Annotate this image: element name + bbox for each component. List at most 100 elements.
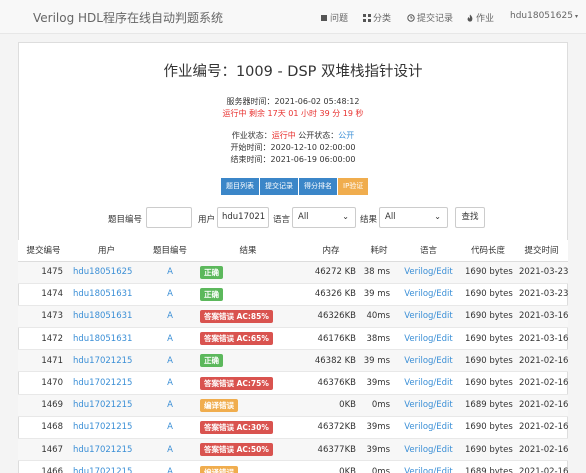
nav-submissions-label: 提交记录 [417,14,454,24]
ranking-button[interactable]: 得分排名 [299,178,338,195]
result-badge[interactable]: 答案错误 AC:85% [200,309,273,323]
language-link[interactable]: Verilog/Edit [396,327,461,350]
user-link[interactable]: hdu18051631 [69,304,144,328]
submissions-button[interactable]: 提交记录 [260,178,299,195]
homework-button-group: 题目列表 提交记录 得分排名 IP验证 [221,178,369,195]
nav-problems[interactable]: 问题 [320,11,348,24]
submission-id: 1473 [18,304,69,328]
memory-cell: 46326KB [300,304,362,328]
code-length-cell: 1690 bytes [461,371,515,395]
col-header-result: 结果 [196,240,300,262]
server-time: 服务器时间：2021-06-02 05:48:12 [226,97,360,106]
user-link[interactable]: hdu17021215 [69,415,144,439]
submit-time-cell: 2021-03-23 15:24:21 [515,260,568,284]
language-link[interactable]: Verilog/Edit [396,349,461,372]
time-cell: 39ms [362,371,396,395]
problem-link[interactable]: A [144,415,196,439]
result-badge[interactable]: 答案错误 AC:50% [200,443,273,457]
submit-time-cell: 2021-02-16 14:39:11 [515,371,568,395]
submission-id: 1470 [18,371,69,395]
table-row: 1470 hdu17021215 A 答案错误 AC:75% 46376KB 39ms Ve… [18,371,568,395]
language-select[interactable]: All ⌄ [292,207,356,228]
problem-link[interactable]: A [144,393,196,417]
ip-verify-button[interactable]: IP验证 [338,178,369,195]
language-label: 语言 [273,215,291,225]
problem-link[interactable]: A [144,349,196,372]
language-select-value: All [298,212,309,222]
language-link[interactable]: Verilog/Edit [396,437,461,461]
nav-user-menu[interactable]: hdu18051625 ▾ [510,11,578,21]
problem-list-button[interactable]: 题目列表 [221,178,260,195]
table-row: 1466 hdu17021215 A 编译错误 0KB 0ms Verilog/Edit 16… [18,460,568,473]
user-link[interactable]: hdu17021215 [69,371,144,395]
memory-cell: 0KB [300,460,362,473]
time-cell: 39ms [362,415,396,439]
code-length-cell: 1690 bytes [461,349,515,372]
homework-status: 作业状态：运行中 公开状态：公开 [0,130,586,141]
user-link[interactable]: hdu18051625 [69,260,144,284]
memory-cell: 46326 KB [300,282,362,306]
result-select[interactable]: All ⌄ [379,207,448,228]
user-link[interactable]: hdu17021215 [69,393,144,417]
top-navbar: Verilog HDL程序在线自动判题系统 问题 分类 提交记录 作业 hdu1… [0,0,586,34]
nav-categories[interactable]: 分类 [363,11,391,24]
memory-cell: 46176KB [300,327,362,350]
problem-link[interactable]: A [144,371,196,395]
submission-id: 1475 [18,260,69,284]
problem-link[interactable]: A [144,282,196,306]
chevron-down-icon: ⌄ [342,212,349,221]
time-cell: 39ms [362,437,396,461]
result-badge[interactable]: 答案错误 AC:65% [200,332,273,346]
language-link[interactable]: Verilog/Edit [396,304,461,328]
code-length-cell: 1690 bytes [461,282,515,306]
language-link[interactable]: Verilog/Edit [396,260,461,284]
nav-homework[interactable]: 作业 [466,11,494,24]
problem-id-input[interactable] [146,207,192,228]
table-header-row: 提交编号 用户 题目编号 结果 内存 耗时 语言 代码长度 提交时间 [18,240,568,262]
result-badge[interactable]: 编译错误 [200,398,238,412]
site-brand[interactable]: Verilog HDL程序在线自动判题系统 [33,9,223,26]
submit-time-cell: 2021-03-23 15:21:23 [515,282,568,306]
result-badge[interactable]: 正确 [200,354,223,368]
language-link[interactable]: Verilog/Edit [396,415,461,439]
language-link[interactable]: Verilog/Edit [396,371,461,395]
col-header-user: 用户 [69,240,144,262]
table-row: 1475 hdu18051625 A 正确 46272 KB 38 ms Verilog/E… [18,260,568,284]
result-badge[interactable]: 正确 [200,287,223,301]
result-badge[interactable]: 答案错误 AC:75% [200,376,273,390]
problem-link[interactable]: A [144,437,196,461]
problem-link[interactable]: A [144,460,196,473]
end-time: 结束时间：2021-06-19 06:00:00 [230,155,356,164]
problem-link[interactable]: A [144,304,196,328]
result-badge[interactable]: 编译错误 [200,465,238,473]
public-prefix: 公开状态： [298,131,339,140]
problem-link[interactable]: A [144,260,196,284]
user-input[interactable]: hdu17021 [217,207,269,228]
submit-time-cell: 2021-02-16 14:25:33 [515,437,568,461]
result-badge[interactable]: 正确 [200,265,223,279]
language-link[interactable]: Verilog/Edit [396,460,461,473]
language-link[interactable]: Verilog/Edit [396,282,461,306]
status-prefix: 作业状态： [231,131,272,140]
problem-link[interactable]: A [144,327,196,350]
result-cell: 编译错误 [196,393,300,417]
memory-cell: 46376KB [300,371,362,395]
user-link[interactable]: hdu18051631 [69,282,144,306]
user-link[interactable]: hdu17021215 [69,437,144,461]
col-header-id: 提交编号 [18,240,69,262]
table-row: 1473 hdu18051631 A 答案错误 AC:85% 46326KB 40ms Ve… [18,304,568,328]
chevron-down-icon: ⌄ [434,212,441,221]
language-link[interactable]: Verilog/Edit [396,393,461,417]
time-cell: 38ms [362,327,396,350]
user-link[interactable]: hdu17021215 [69,349,144,372]
result-cell: 答案错误 AC:30% [196,415,300,439]
submission-id: 1474 [18,282,69,306]
nav-submissions[interactable]: 提交记录 [407,11,453,24]
user-link[interactable]: hdu18051631 [69,327,144,350]
submit-time-cell: 2021-02-16 14:28:41 [515,393,568,417]
result-cell: 编译错误 [196,460,300,473]
search-button[interactable]: 查找 [455,207,485,228]
memory-cell: 46382 KB [300,349,362,372]
user-link[interactable]: hdu17021215 [69,460,144,473]
result-badge[interactable]: 答案错误 AC:30% [200,420,273,434]
